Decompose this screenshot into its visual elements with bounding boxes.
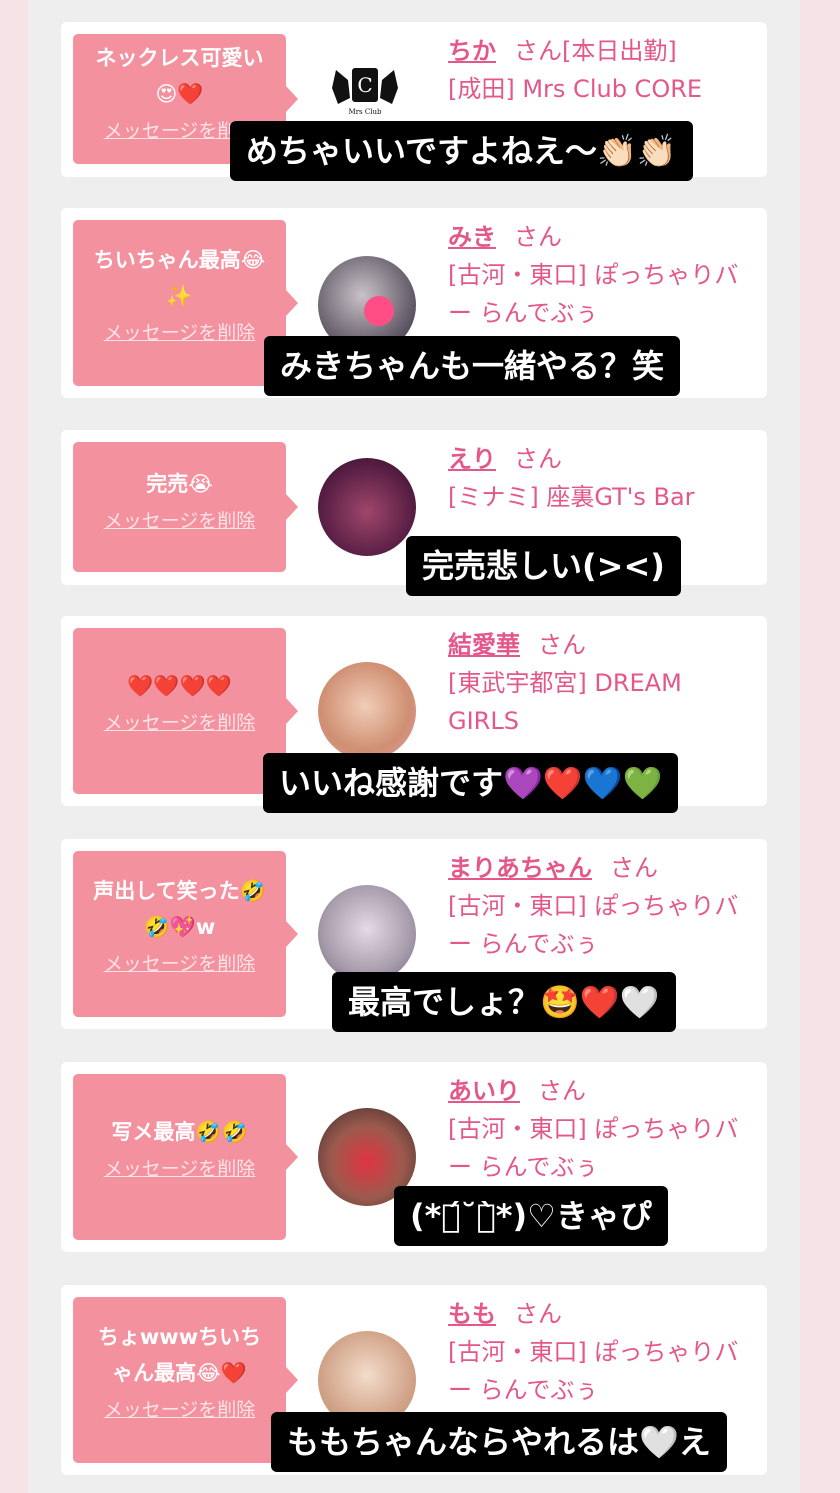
- svg-text:C: C: [357, 73, 372, 97]
- user-info: ちか さん[本日出勤] [成田] Mrs Club CORE: [448, 32, 758, 108]
- honorific: さん: [610, 854, 658, 882]
- user-info: えり さん [ミナミ] 座裏GT's Bar: [448, 440, 758, 516]
- user-name-link[interactable]: みき: [448, 223, 496, 251]
- shop-name[interactable]: [東武宇都宮] DREAM GIRLS: [448, 664, 758, 740]
- comment-text: ちょwwwちいち ゃん最高😂❤️: [97, 1325, 262, 1385]
- user-name-link[interactable]: ちか: [448, 37, 496, 65]
- shop-name[interactable]: [古河・東口] ぽっちゃりバー らんでぶぅ: [448, 887, 758, 963]
- honorific: さん: [514, 1300, 562, 1328]
- shop-name[interactable]: [古河・東口] ぽっちゃりバー らんでぶぅ: [448, 1110, 758, 1186]
- user-avatar[interactable]: [318, 662, 416, 760]
- comment-text: ネックレス可愛い 😍❤️: [95, 46, 264, 106]
- user-avatar[interactable]: [318, 885, 416, 983]
- user-name-link[interactable]: あいり: [448, 1077, 520, 1105]
- comment-bubble: ❤️❤️❤️❤️ メッセージを削除: [73, 628, 298, 794]
- shop-name[interactable]: [古河・東口] ぽっちゃりバー らんでぶぅ: [448, 256, 758, 332]
- story-caption: みきちゃんも一緒やる？笑: [264, 336, 681, 396]
- story-caption: (*ฅ́˘ฅ̀*)♡きゃぴ: [394, 1186, 668, 1246]
- shop-name[interactable]: [成田] Mrs Club CORE: [448, 70, 758, 108]
- shop-name[interactable]: [古河・東口] ぽっちゃりバー らんでぶぅ: [448, 1333, 758, 1409]
- comment-text: ちいちゃん最高😂 ✨: [93, 248, 266, 308]
- story-caption: めちゃいいですよねえ〜👏🏻👏🏻: [230, 121, 693, 181]
- comment-text: 声出して笑った🤣 🤣💖w: [93, 879, 266, 939]
- user-info: もも さん [古河・東口] ぽっちゃりバー らんでぶぅ: [448, 1295, 758, 1409]
- user-info: 結愛華 さん [東武宇都宮] DREAM GIRLS: [448, 626, 758, 740]
- user-info: まりあちゃん さん [古河・東口] ぽっちゃりバー らんでぶぅ: [448, 849, 758, 963]
- user-name-link[interactable]: まりあちゃん: [448, 854, 592, 882]
- user-info: あいり さん [古河・東口] ぽっちゃりバー らんでぶぅ: [448, 1072, 758, 1186]
- honorific: さん: [538, 631, 586, 659]
- delete-message-link[interactable]: メッセージを削除: [104, 506, 256, 533]
- comment-text: 写メ最高🤣🤣: [111, 1120, 248, 1144]
- delete-message-link[interactable]: メッセージを削除: [104, 949, 256, 976]
- story-caption: 最高でしょ？🤩❤️🤍: [332, 972, 676, 1032]
- honorific: さん: [538, 1077, 586, 1105]
- delete-message-link[interactable]: メッセージを削除: [104, 708, 256, 735]
- honorific: さん: [514, 445, 562, 473]
- user-name-link[interactable]: もも: [448, 1300, 496, 1328]
- honorific: さん[本日出勤]: [514, 37, 677, 65]
- delete-message-link[interactable]: メッセージを削除: [104, 318, 256, 345]
- shop-name[interactable]: [ミナミ] 座裏GT's Bar: [448, 478, 758, 516]
- user-name-link[interactable]: えり: [448, 445, 496, 473]
- story-caption: いいね感謝です💜❤️💙💚: [263, 753, 679, 813]
- comment-bubble: ちいちゃん最高😂 ✨ メッセージを削除: [73, 220, 298, 386]
- comment-text: 完売😭: [146, 472, 213, 496]
- svg-text:Mrs Club: Mrs Club: [349, 108, 382, 116]
- heart-sticker-icon: [364, 296, 394, 326]
- comment-bubble: ちょwwwちいち ゃん最高😂❤️ メッセージを削除: [73, 1297, 298, 1463]
- user-avatar[interactable]: [318, 458, 416, 556]
- shop-logo: C Mrs Club: [328, 58, 402, 118]
- story-caption: ももちゃんならやれるは🤍え: [271, 1412, 727, 1472]
- comment-text: ❤️❤️❤️❤️: [127, 674, 232, 698]
- delete-message-link[interactable]: メッセージを削除: [104, 1154, 256, 1181]
- delete-message-link[interactable]: メッセージを削除: [104, 1395, 256, 1422]
- honorific: さん: [514, 223, 562, 251]
- user-info: みき さん [古河・東口] ぽっちゃりバー らんでぶぅ: [448, 218, 758, 332]
- comment-bubble: 写メ最高🤣🤣 メッセージを削除: [73, 1074, 298, 1240]
- story-caption: 完売悲しい(><): [406, 536, 681, 596]
- user-name-link[interactable]: 結愛華: [448, 631, 520, 659]
- comment-bubble: 声出して笑った🤣 🤣💖w メッセージを削除: [73, 851, 298, 1017]
- comment-bubble: 完売😭 メッセージを削除: [73, 442, 298, 572]
